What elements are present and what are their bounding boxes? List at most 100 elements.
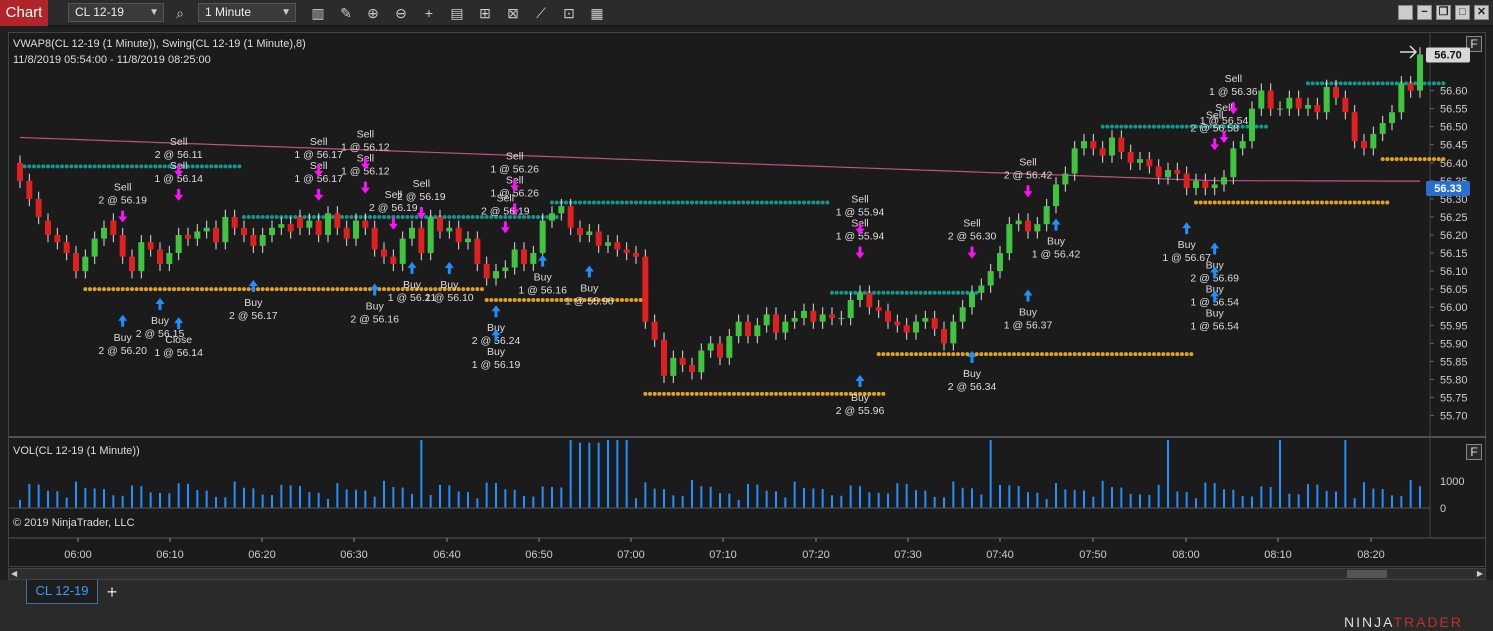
y-tick-label: 55.80 — [1440, 374, 1468, 386]
swing-low-dot — [1334, 200, 1338, 205]
swing-low-dot — [321, 287, 326, 292]
swing-high-dot — [1114, 124, 1119, 129]
trade-label-side: Buy — [403, 279, 422, 291]
trade-label-side: Buy — [114, 332, 133, 344]
swing-high-dot — [442, 214, 447, 219]
buy-arrow-icon — [584, 265, 594, 278]
swing-high-dot — [1422, 81, 1427, 86]
swing-high-dot — [853, 290, 858, 295]
horizontal-scrollbar[interactable]: ◀ ▶ — [8, 568, 1486, 580]
swing-high-dot — [120, 164, 125, 169]
swing-low-dot — [708, 391, 713, 396]
sell-arrow-icon — [855, 246, 865, 259]
swing-low-dot — [218, 287, 223, 292]
trade-label-side: Sell — [357, 129, 375, 141]
swing-high-dot — [232, 164, 237, 169]
candle-body — [110, 220, 117, 235]
swing-low-dot — [960, 352, 965, 357]
swing-high-dot — [886, 290, 890, 295]
y-tick-label: 56.20 — [1440, 230, 1468, 242]
time-tick-label: 07:10 — [709, 549, 737, 561]
swing-low-dot — [1203, 200, 1208, 205]
swing-low-dot — [517, 298, 522, 302]
time-tick-label: 07:30 — [894, 549, 922, 561]
swing-low-dot — [134, 287, 139, 292]
swing-high-dot — [284, 214, 288, 219]
swing-high-dot — [1380, 81, 1385, 86]
swing-high-dot — [811, 200, 816, 205]
swing-low-dot — [820, 391, 825, 396]
swing-low-dot — [993, 352, 998, 357]
scroll-thumb[interactable] — [1347, 570, 1387, 578]
candle-body — [922, 318, 929, 322]
trade-label-qty: 1 @ 55.94 — [836, 207, 885, 219]
swing-low-dot — [1175, 352, 1180, 357]
candle-body — [1006, 224, 1013, 254]
tab-cl-12-19[interactable]: CL 12-19 — [26, 580, 98, 604]
buy-arrow-icon — [967, 350, 977, 363]
candle-body — [493, 271, 499, 279]
trade-label-qty: 2 @ 56.42 — [1004, 169, 1053, 181]
swing-high-dot — [909, 290, 914, 295]
trade-label-qty: 2 @ 56.19 — [98, 195, 147, 207]
swing-low-dot — [1385, 157, 1390, 162]
trade-label-qty: 2 @ 56.17 — [229, 310, 278, 322]
swing-low-dot — [181, 287, 186, 292]
swing-high-dot — [1170, 124, 1175, 129]
candle-body — [829, 314, 835, 319]
swing-high-dot — [1119, 124, 1124, 129]
scroll-right-icon[interactable]: ▶ — [1477, 569, 1483, 578]
swing-low-dot — [293, 287, 298, 292]
candle-body — [241, 227, 247, 235]
swing-low-dot — [554, 298, 559, 302]
swing-low-dot — [671, 391, 676, 396]
swing-low-dot — [1324, 200, 1329, 205]
trade-label-side: Buy — [151, 315, 170, 327]
swing-low-dot — [1180, 352, 1184, 357]
swing-low-dot — [1394, 157, 1399, 162]
swing-high-dot — [592, 200, 596, 205]
swing-low-dot — [358, 287, 363, 292]
trade-label-qty: 1 @ 56.26 — [490, 163, 539, 175]
swing-low-dot — [774, 391, 778, 396]
swing-low-dot — [1016, 352, 1021, 357]
candle-body — [287, 224, 294, 232]
swing-high-dot — [139, 164, 144, 169]
swing-low-dot — [932, 352, 937, 357]
swing-high-dot — [876, 290, 881, 295]
swing-high-dot — [582, 200, 587, 205]
swing-low-dot — [811, 391, 816, 396]
swing-low-dot — [540, 298, 545, 302]
swing-low-dot — [148, 287, 153, 292]
candle-body — [539, 220, 546, 254]
swing-high-dot — [750, 200, 755, 205]
price-chart[interactable]: 56.6056.5556.5056.4556.4056.3556.3056.25… — [0, 0, 1493, 580]
candle-body — [325, 213, 331, 235]
add-tab-button[interactable]: + — [102, 582, 122, 602]
sell-arrow-icon — [500, 221, 510, 234]
candle-body — [306, 220, 313, 228]
y-tick-label: 55.85 — [1440, 356, 1468, 368]
scroll-left-icon[interactable]: ◀ — [11, 569, 17, 578]
swing-low-dot — [326, 287, 330, 292]
swing-low-dot — [536, 298, 540, 302]
time-tick-label: 06:00 — [64, 549, 92, 561]
swing-low-dot — [918, 352, 923, 357]
swing-low-dot — [629, 298, 634, 302]
candle-body — [157, 249, 163, 264]
candle-body — [371, 227, 378, 250]
trade-label-qty: 2 @ 56.19 — [397, 191, 446, 203]
candle-body — [1174, 170, 1181, 174]
swing-high-dot — [466, 214, 470, 219]
candle-body — [1239, 141, 1246, 149]
swing-low-dot — [396, 287, 400, 292]
swing-low-dot — [1170, 352, 1175, 357]
swing-low-dot — [246, 287, 251, 292]
swing-low-dot — [512, 298, 517, 302]
trade-label-qty: 1 @ 56.37 — [1004, 320, 1053, 332]
swing-high-dot — [1348, 81, 1352, 86]
swing-high-dot — [573, 200, 578, 205]
candle-body — [35, 198, 42, 217]
candle-body — [203, 227, 210, 232]
swing-low-dot — [1282, 200, 1287, 205]
